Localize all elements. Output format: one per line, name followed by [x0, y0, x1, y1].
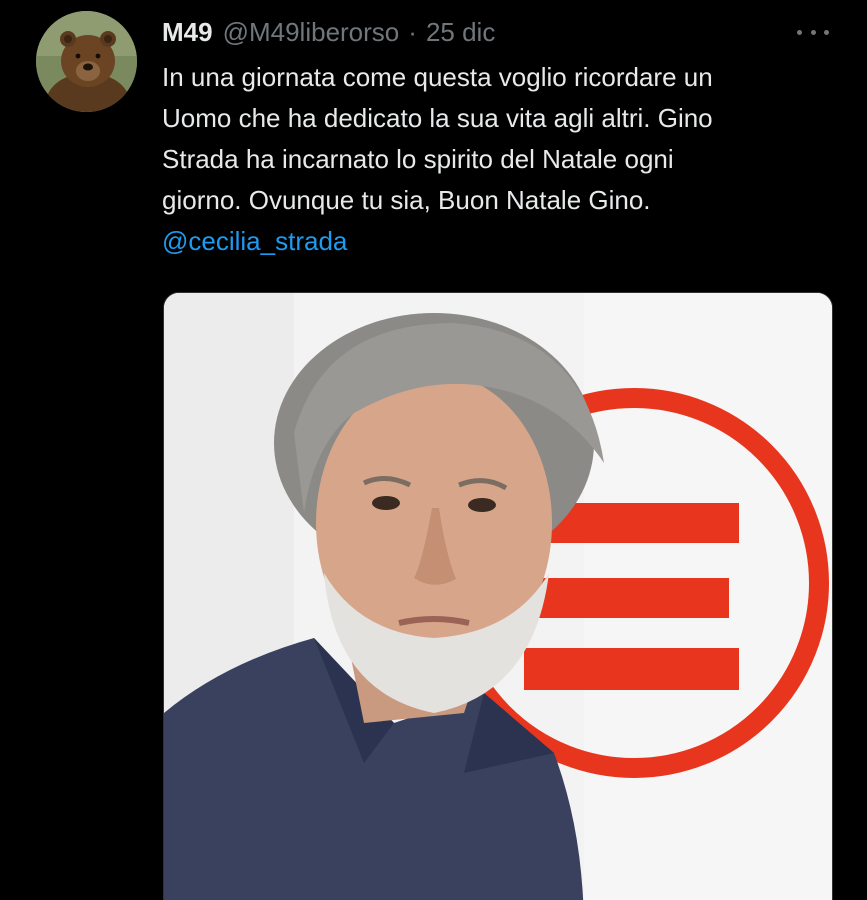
separator-dot: ·: [408, 17, 417, 47]
more-dot: [797, 29, 802, 35]
display-name[interactable]: M49: [162, 14, 213, 50]
bear-avatar[interactable]: [36, 11, 137, 112]
tweet-text-line: Strada ha incarnato lo spirito del Natal…: [162, 144, 674, 174]
tweet-text-line: giorno. Ovunque tu sia, Buon Natale Gino…: [162, 185, 651, 215]
tweet-text-line: Uomo che ha dedicato la sua vita agli al…: [162, 103, 713, 133]
tweet-text: In una giornata come questa voglio ricor…: [162, 57, 842, 262]
mention-link[interactable]: @cecilia_strada: [162, 221, 842, 262]
tweet-photo[interactable]: [163, 292, 833, 900]
more-dot: [824, 29, 829, 35]
user-handle[interactable]: @M49liberorso: [223, 14, 400, 50]
tweet-header: M49 @M49liberorso · 25 dic: [162, 14, 495, 50]
tweet-text-line: In una giornata come questa voglio ricor…: [162, 62, 713, 92]
more-options-icon[interactable]: [797, 18, 829, 46]
tweet: M49 @M49liberorso · 25 dic In una giorna…: [0, 0, 867, 900]
tweet-date[interactable]: 25 dic: [426, 14, 495, 50]
more-dot: [810, 29, 816, 35]
